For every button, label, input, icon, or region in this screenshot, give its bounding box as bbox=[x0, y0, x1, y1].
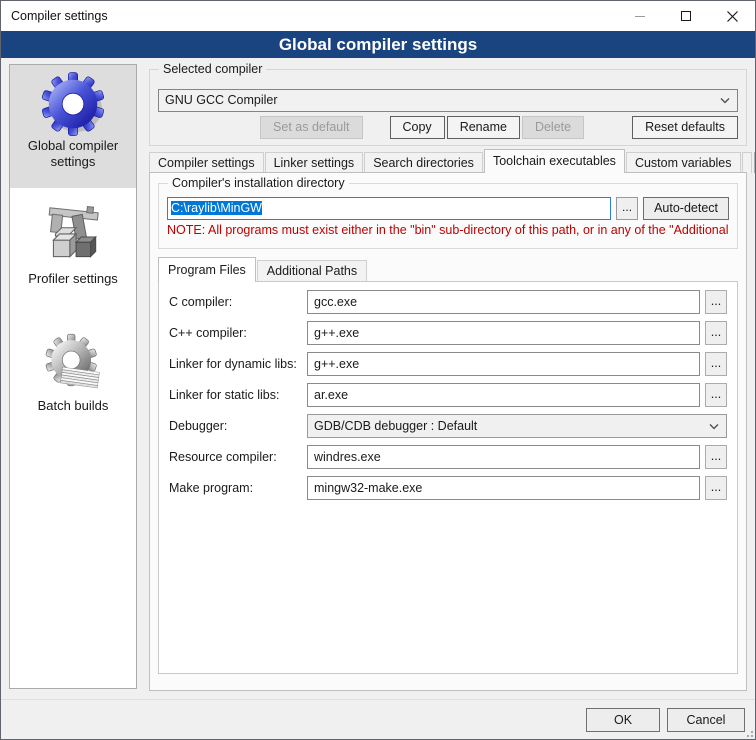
settings-sidebar: Global compiler settings Profiler settin… bbox=[9, 64, 137, 689]
form-row-debugger: Debugger: GDB/CDB debugger : Default bbox=[169, 414, 727, 438]
subtab-program-files[interactable]: Program Files bbox=[158, 257, 256, 282]
subtab-additional-paths[interactable]: Additional Paths bbox=[257, 260, 367, 282]
minimize-button[interactable] bbox=[617, 1, 663, 31]
installation-directory-input[interactable]: C:\raylib\MinGW bbox=[167, 197, 611, 220]
set-as-default-button: Set as default bbox=[260, 116, 362, 139]
chevron-down-icon bbox=[720, 98, 730, 104]
copy-button[interactable]: Copy bbox=[390, 116, 445, 139]
blue-gear-icon bbox=[40, 70, 106, 136]
caption-buttons bbox=[617, 1, 755, 31]
toolchain-executables-panel: Compiler's installation directory C:\ray… bbox=[149, 172, 747, 691]
close-icon bbox=[727, 11, 738, 22]
debugger-select[interactable]: GDB/CDB debugger : Default bbox=[307, 414, 727, 438]
make-program-browse-button[interactable]: ... bbox=[705, 476, 727, 500]
tab-scroll-arrows bbox=[753, 152, 756, 173]
profiler-caliper-icon bbox=[40, 203, 106, 269]
reset-defaults-button[interactable]: Reset defaults bbox=[632, 116, 738, 139]
debugger-select-value: GDB/CDB debugger : Default bbox=[314, 419, 477, 433]
sidebar-item-label: Global compiler settings bbox=[10, 136, 136, 176]
note-text: NOTE: All programs must exist either in … bbox=[167, 223, 729, 237]
sidebar-item-batch-builds[interactable]: Batch builds bbox=[10, 325, 136, 420]
compiler-select-value: GNU GCC Compiler bbox=[165, 93, 278, 107]
dynamic-linker-input[interactable]: g++.exe bbox=[307, 352, 700, 376]
resource-compiler-input[interactable]: windres.exe bbox=[307, 445, 700, 469]
form-row-make-program: Make program: mingw32-make.exe ... bbox=[169, 476, 727, 500]
field-label: Debugger: bbox=[169, 419, 307, 433]
form-row-static-linker: Linker for static libs: ar.exe ... bbox=[169, 383, 727, 407]
tab-custom-variables[interactable]: Custom variables bbox=[626, 152, 741, 173]
sidebar-item-label: Batch builds bbox=[10, 396, 136, 420]
footer-divider bbox=[1, 699, 755, 700]
compiler-select[interactable]: GNU GCC Compiler bbox=[158, 89, 738, 112]
cpp-compiler-browse-button[interactable]: ... bbox=[705, 321, 727, 345]
chevron-down-icon bbox=[709, 424, 719, 430]
static-linker-input[interactable]: ar.exe bbox=[307, 383, 700, 407]
static-linker-browse-button[interactable]: ... bbox=[705, 383, 727, 407]
field-label: Resource compiler: bbox=[169, 450, 307, 464]
dialog-header: Global compiler settings bbox=[1, 31, 755, 58]
dynamic-linker-browse-button[interactable]: ... bbox=[705, 352, 727, 376]
cancel-button[interactable]: Cancel bbox=[667, 708, 745, 732]
field-label: Linker for static libs: bbox=[169, 388, 307, 402]
field-label: C compiler: bbox=[169, 295, 307, 309]
maximize-icon bbox=[681, 11, 691, 21]
auto-detect-button[interactable]: Auto-detect bbox=[643, 197, 729, 220]
compiler-tabstrip: Compiler settings Linker settings Search… bbox=[149, 149, 747, 173]
c-compiler-browse-button[interactable]: ... bbox=[705, 290, 727, 314]
c-compiler-input[interactable]: gcc.exe bbox=[307, 290, 700, 314]
field-label: Make program: bbox=[169, 481, 307, 495]
minimize-icon bbox=[635, 16, 645, 17]
compiler-settings-dialog: Compiler settings Global compiler settin… bbox=[0, 0, 756, 740]
selected-compiler-group: Selected compiler GNU GCC Compiler Set a… bbox=[149, 69, 747, 146]
batch-builds-gear-icon bbox=[40, 330, 106, 396]
tab-compiler-settings[interactable]: Compiler settings bbox=[149, 152, 264, 173]
close-button[interactable] bbox=[709, 1, 755, 31]
compiler-buttons-row: Set as default Copy Rename Delete Reset … bbox=[260, 116, 738, 139]
browse-directory-button[interactable]: ... bbox=[616, 197, 638, 220]
window-title: Compiler settings bbox=[11, 9, 108, 23]
sidebar-item-global-compiler-settings[interactable]: Global compiler settings bbox=[10, 65, 136, 188]
selected-compiler-legend: Selected compiler bbox=[159, 62, 266, 76]
program-files-panel: C compiler: gcc.exe ... C++ compiler: g+… bbox=[158, 281, 738, 674]
tab-build-options[interactable]: Build bbox=[742, 152, 752, 173]
delete-button: Delete bbox=[522, 116, 584, 139]
dialog-header-title: Global compiler settings bbox=[279, 35, 477, 55]
programs-subtabstrip: Program Files Additional Paths bbox=[158, 257, 368, 282]
tab-toolchain-executables[interactable]: Toolchain executables bbox=[484, 149, 625, 173]
form-row-dynamic-linker: Linker for dynamic libs: g++.exe ... bbox=[169, 352, 727, 376]
installation-directory-group: Compiler's installation directory C:\ray… bbox=[158, 183, 738, 249]
sidebar-item-label: Profiler settings bbox=[10, 269, 136, 293]
ok-button[interactable]: OK bbox=[586, 708, 660, 732]
installation-directory-legend: Compiler's installation directory bbox=[168, 176, 349, 190]
form-row-resource-compiler: Resource compiler: windres.exe ... bbox=[169, 445, 727, 469]
make-program-input[interactable]: mingw32-make.exe bbox=[307, 476, 700, 500]
field-label: Linker for dynamic libs: bbox=[169, 357, 307, 371]
sidebar-item-profiler-settings[interactable]: Profiler settings bbox=[10, 198, 136, 293]
resize-grip[interactable] bbox=[743, 727, 753, 737]
form-row-cpp-compiler: C++ compiler: g++.exe ... bbox=[169, 321, 727, 345]
rename-button[interactable]: Rename bbox=[447, 116, 520, 139]
form-row-c-compiler: C compiler: gcc.exe ... bbox=[169, 290, 727, 314]
tab-linker-settings[interactable]: Linker settings bbox=[265, 152, 364, 173]
selected-path-text: C:\raylib\MinGW bbox=[171, 201, 262, 215]
cpp-compiler-input[interactable]: g++.exe bbox=[307, 321, 700, 345]
tab-search-directories[interactable]: Search directories bbox=[364, 152, 483, 173]
titlebar: Compiler settings bbox=[1, 1, 755, 31]
field-label: C++ compiler: bbox=[169, 326, 307, 340]
resource-compiler-browse-button[interactable]: ... bbox=[705, 445, 727, 469]
maximize-button[interactable] bbox=[663, 1, 709, 31]
